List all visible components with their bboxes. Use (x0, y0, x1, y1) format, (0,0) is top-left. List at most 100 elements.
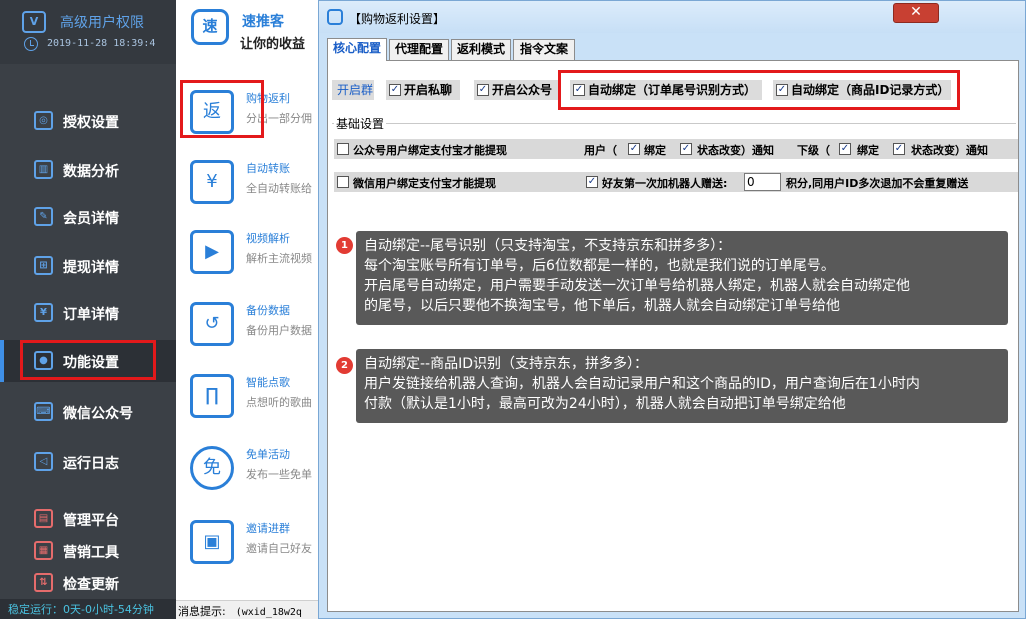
transfer-icon: ¥ (190, 160, 234, 204)
sidebar-item-label: 会员详情 (63, 211, 119, 227)
sub-bind-label: 绑定 (857, 144, 879, 157)
close-icon: ✕ (910, 4, 922, 20)
feature-transfer[interactable]: ¥ 自动转账 全自动转账给 (176, 154, 318, 228)
feature-desc: 分出一部分佣 (246, 112, 312, 125)
checkbox-check-icon: ✓ (573, 84, 585, 96)
checkbox-check-icon: ✓ (776, 84, 788, 96)
brand-logo-icon: 速 (191, 9, 229, 45)
sidebar-item-members[interactable]: ✎ 会员详情 (0, 196, 176, 238)
note-line: 自动绑定--尾号识别（只支持淘宝，不支持京东和拼多多）： (364, 238, 732, 254)
sidebar-item-auth[interactable]: ◎ 授权设置 (0, 100, 176, 142)
bars-icon: ▦ (34, 541, 53, 560)
gift-suffix-label: 积分,同用户ID多次退加不会重复赠送 (786, 177, 969, 190)
sidebar-item-update[interactable]: ⇅ 检查更新 (0, 562, 176, 604)
checkbox-label: 自动绑定（订单尾号识别方式） (588, 83, 757, 97)
feature-title: 免单活动 (246, 448, 290, 461)
user-bind-label: 绑定 (644, 144, 666, 157)
note-line: 用户发链接给机器人查询，机器人会自动记录用户和这个商品的ID，用户查询后在1小时… (364, 376, 920, 392)
feature-desc: 全自动转账给 (246, 182, 312, 195)
run-status: 稳定运行：0天-0小时-54分钟 (0, 599, 176, 619)
sidebar-item-logs[interactable]: ◁ 运行日志 (0, 441, 176, 483)
feature-music[interactable]: ∏ 智能点歌 点想听的歌曲 (176, 368, 318, 442)
first-add-gift-checkbox[interactable]: ✓ (586, 176, 598, 188)
feature-title: 自动转账 (246, 162, 290, 175)
feature-desc: 备份用户数据 (246, 324, 312, 337)
user-state-notify-checkbox[interactable]: ✓ (680, 143, 692, 155)
feature-video[interactable]: ▶ 视频解析 解析主流视频 (176, 224, 318, 298)
private-chat-checkbox[interactable]: ✓ 开启私聊 (386, 80, 460, 100)
rebate-settings-dialog: 【购物返利设置】 ✕ 核心配置 代理配置 返利模式 指令文案 开启群 ✓ 开启私聊… (318, 0, 1026, 619)
sidebar-item-withdrawals[interactable]: ⊞ 提现详情 (0, 245, 176, 287)
brand-slogan: 让你的收益 (240, 37, 306, 52)
tab-command-text[interactable]: 指令文案 (513, 39, 575, 60)
wx-alipay-checkbox[interactable] (337, 176, 349, 188)
chart-icon: ▥ (34, 160, 53, 179)
free-icon: 免 (190, 446, 234, 490)
keyboard-icon: ⌨ (34, 402, 53, 421)
sidebar-item-analytics[interactable]: ▥ 数据分析 (0, 149, 176, 191)
tab-agent[interactable]: 代理配置 (389, 39, 449, 60)
user-state-label: 状态改变）通知 (697, 144, 774, 157)
sub-state-notify-checkbox[interactable]: ✓ (893, 143, 905, 155)
sidebar-item-wechat-official[interactable]: ⌨ 微信公众号 (0, 391, 176, 433)
note-tail-binding: 自动绑定--尾号识别（只支持淘宝，不支持京东和拼多多）： 每个淘宝账号所有订单号… (356, 231, 1008, 325)
auto-bind-product-checkbox[interactable]: ✓ 自动绑定（商品ID记录方式） (773, 80, 951, 100)
help-notes-area: 自动绑定--尾号识别（只支持淘宝，不支持京东和拼多多）： 每个淘宝账号所有订单号… (330, 201, 1018, 611)
timestamp: 2019-11-28 18:39:4 (47, 38, 156, 49)
feature-desc: 解析主流视频 (246, 252, 312, 265)
dialog-titlebar[interactable]: 【购物返利设置】 ✕ (319, 1, 1025, 33)
sub-notify-prefix: 下级（ (797, 144, 830, 157)
gzh-alipay-label: 公众号用户绑定支付宝才能提现 (353, 144, 507, 157)
close-button[interactable]: ✕ (893, 3, 939, 23)
sidebar-header: V 高级用户权限 2019-11-28 18:39:4 (0, 0, 176, 64)
note-line: 自动绑定--商品ID识别（支持京东，拼多多）： (364, 356, 649, 372)
sidebar-item-label: 功能设置 (63, 355, 119, 371)
app-title: 高级用户权限 (60, 15, 144, 31)
feature-title: 购物返利 (246, 92, 290, 105)
clock-icon (24, 37, 38, 51)
checkbox-label: 自动绑定（商品ID记录方式） (791, 83, 950, 97)
video-icon: ▶ (190, 230, 234, 274)
sidebar-item-label: 管理平台 (63, 513, 119, 529)
rebate-icon: 返 (190, 90, 234, 134)
feature-title: 备份数据 (246, 304, 290, 317)
feature-title: 智能点歌 (246, 376, 290, 389)
sidebar-item-features[interactable]: ● 功能设置 (0, 340, 176, 382)
brand-name: 速推客 (242, 14, 284, 30)
checkbox-label: 开启公众号 (492, 83, 553, 97)
note-line: 开启尾号自动绑定，用户需要手动发送一次订单号给机器人绑定，机器人就会自动绑定他 (364, 278, 910, 294)
gzh-alipay-checkbox[interactable] (337, 143, 349, 155)
tab-core[interactable]: 核心配置 (327, 38, 387, 61)
status-value: (wxid_18w2q (235, 607, 302, 618)
user-bind-notify-checkbox[interactable]: ✓ (628, 143, 640, 155)
sidebar-item-orders[interactable]: ¥ 订单详情 (0, 292, 176, 334)
note-line: 的尾号，以后只要他不换淘宝号，他下单后，机器人就会自动绑定订单号给他 (364, 298, 840, 314)
feature-rebate[interactable]: 返 购物返利 分出一部分佣 (176, 84, 318, 158)
message-status-bar: 消息提示: (wxid_18w2q (176, 600, 318, 619)
auto-bind-tail-checkbox[interactable]: ✓ 自动绑定（订单尾号识别方式） (570, 80, 762, 100)
sidebar-item-label: 订单详情 (63, 307, 119, 323)
user-notify-prefix: 用户（ (584, 144, 617, 157)
feature-free[interactable]: 免 免单活动 发布一些免单 (176, 440, 318, 514)
feature-invite[interactable]: ▣ 邀请进群 邀请自己好友 (176, 514, 318, 588)
qrcode-icon: ▣ (190, 520, 234, 564)
sidebar-item-label: 营销工具 (63, 545, 119, 561)
checkbox-label: 开启私聊 (404, 83, 453, 97)
feature-desc: 点想听的歌曲 (246, 396, 312, 409)
options-row-2: 微信用户绑定支付宝才能提现 ✓ 好友第一次加机器人赠送: 0 积分,同用户ID多… (334, 172, 1018, 192)
app-icon (327, 9, 343, 25)
feature-desc: 发布一些免单 (246, 468, 312, 481)
note-line: 付款（默认是1小时，最高可改为24小时），机器人就会自动把订单号绑定给他 (364, 396, 846, 412)
sidebar-item-label: 检查更新 (63, 577, 119, 593)
status-label: 消息提示: (178, 605, 226, 618)
note-line: 每个淘宝账号所有订单号，后6位数都是一样的，也就是我们说的订单尾号。 (364, 258, 835, 274)
feature-backup[interactable]: ↺ 备份数据 备份用户数据 (176, 296, 318, 370)
sub-bind-notify-checkbox[interactable]: ✓ (839, 143, 851, 155)
speaker-icon: ◁ (34, 452, 53, 471)
platform-icon: ▤ (34, 509, 53, 528)
group-toggle-button[interactable]: 开启群 (332, 80, 374, 100)
edit-icon: ✎ (34, 207, 53, 226)
official-account-checkbox[interactable]: ✓ 开启公众号 (474, 80, 560, 100)
gift-points-input[interactable]: 0 (744, 173, 781, 191)
tab-rebate-mode[interactable]: 返利模式 (451, 39, 511, 60)
